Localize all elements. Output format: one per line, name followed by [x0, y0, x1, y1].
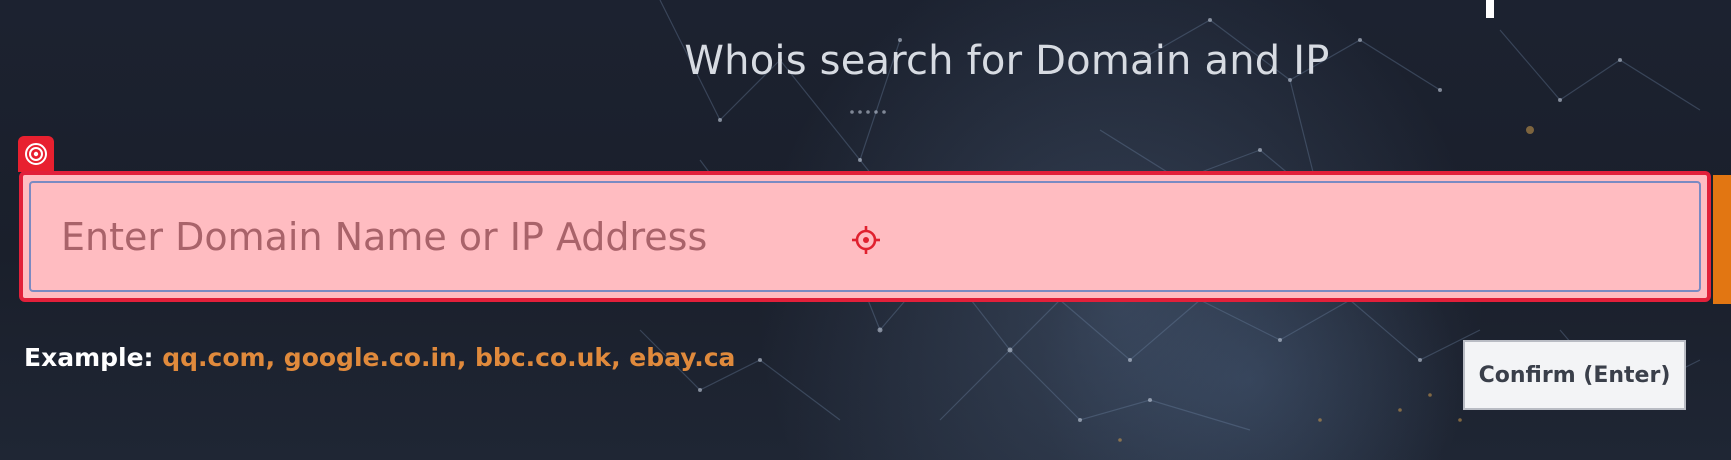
search-submit-edge[interactable]	[1713, 175, 1731, 304]
example-link-qq[interactable]: qq.com	[162, 343, 265, 372]
example-label: Example:	[24, 343, 163, 372]
example-separator: ,	[611, 343, 630, 372]
page-root: Whois search for Domain and IP Example: …	[0, 0, 1731, 460]
example-separator: ,	[265, 343, 284, 372]
example-link-bbc[interactable]: bbc.co.uk	[475, 343, 611, 372]
example-domains: Example: qq.com, google.co.in, bbc.co.uk…	[24, 343, 735, 372]
example-link-ebay[interactable]: ebay.ca	[629, 343, 735, 372]
top-edge-mark	[1486, 0, 1494, 18]
crosshair-icon	[852, 226, 880, 254]
example-separator: ,	[456, 343, 476, 372]
target-icon	[18, 136, 54, 172]
example-link-google[interactable]: google.co.in	[284, 343, 457, 372]
page-title: Whois search for Domain and IP	[684, 38, 1330, 84]
confirm-button[interactable]: Confirm (Enter)	[1463, 340, 1686, 410]
